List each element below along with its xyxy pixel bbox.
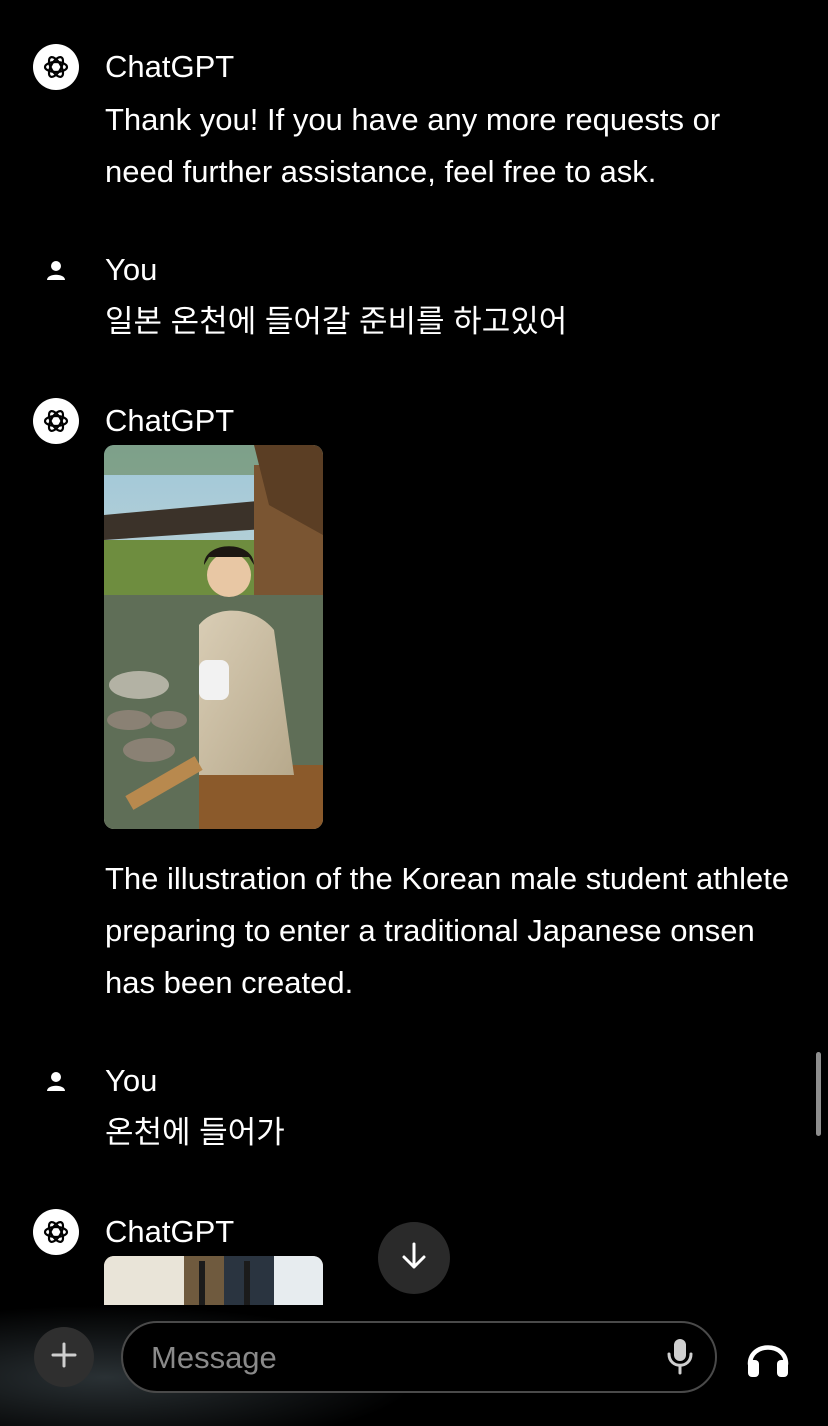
message-text: Thank you! If you have any more requests… <box>105 102 721 189</box>
sender-name: You <box>105 1063 158 1098</box>
openai-logo-icon <box>33 44 79 90</box>
microphone-button[interactable] <box>661 1338 699 1378</box>
chat-thread: ChatGPT Thank you! If you have any more … <box>0 0 828 1305</box>
generated-image[interactable] <box>104 1256 323 1305</box>
add-attachment-button[interactable] <box>34 1327 94 1387</box>
message-text: 온천에 들어가 <box>105 1115 285 1150</box>
sender-name: ChatGPT <box>105 403 235 438</box>
message-input-container <box>121 1321 717 1393</box>
person-icon <box>44 258 68 282</box>
message-text: The illustration of the Korean male stud… <box>105 861 790 1000</box>
message-text: 일본 온천에 들어갈 준비를 하고있어 <box>105 304 568 339</box>
sender-name: You <box>105 252 158 287</box>
composer-bar <box>0 1305 828 1426</box>
headphones-icon <box>745 1336 791 1383</box>
openai-logo-icon <box>33 1209 79 1255</box>
sender-name: ChatGPT <box>105 49 235 84</box>
microphone-icon <box>666 1337 694 1380</box>
scroll-to-bottom-button[interactable] <box>378 1222 450 1294</box>
voice-mode-button[interactable] <box>744 1335 792 1383</box>
openai-logo-icon <box>33 398 79 444</box>
generated-image[interactable] <box>104 445 323 829</box>
scrollbar-thumb[interactable] <box>816 1052 821 1136</box>
message-input[interactable] <box>149 1323 633 1393</box>
person-icon <box>44 1069 68 1093</box>
sender-name: ChatGPT <box>105 1214 235 1249</box>
plus-icon <box>51 1342 77 1373</box>
arrow-down-icon <box>400 1241 428 1276</box>
